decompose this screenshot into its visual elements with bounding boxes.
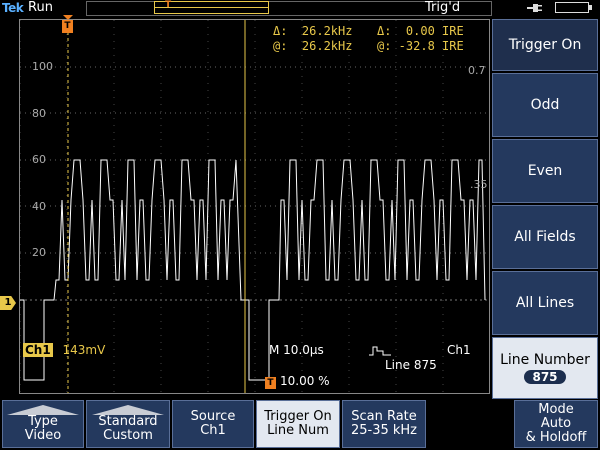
volts-per-div: 143mV bbox=[62, 343, 106, 357]
scan-rate-value: 25-35 kHz bbox=[350, 423, 418, 438]
ire-label-40: 40 bbox=[32, 200, 46, 213]
scan-rate-label: Scan Rate bbox=[351, 409, 417, 424]
line-number-value: 875 bbox=[524, 370, 566, 384]
trigger-on-value: Line Num bbox=[267, 423, 329, 438]
line-number-label: Line Number bbox=[500, 352, 590, 368]
mode-label: Mode bbox=[538, 402, 574, 417]
bottom-button-type[interactable]: Type Video bbox=[2, 400, 84, 448]
mode-value-auto: Auto bbox=[540, 416, 572, 431]
trigger-position-readout: T 10.00 % bbox=[265, 374, 330, 389]
cursor-delta-ire: Δ: 0.00 IRE bbox=[377, 24, 464, 38]
side-menu-title: Trigger On bbox=[492, 19, 598, 71]
record-view-window: T bbox=[154, 0, 269, 14]
source-label: Source bbox=[190, 409, 236, 424]
side-menu: Trigger On Odd Even All Fields All Lines… bbox=[492, 19, 600, 399]
ire-label-60: 60 bbox=[32, 153, 46, 166]
side-button-line-number[interactable]: Line Number 875 bbox=[492, 337, 598, 399]
waveform-svg bbox=[20, 20, 489, 393]
brand-logo: Tek bbox=[2, 1, 24, 15]
trigger-marker-icon: T bbox=[265, 377, 276, 389]
waveform-graticule: 100 80 60 40 20 0.7 .35 Δ: 26.2kHz @: 26… bbox=[19, 19, 490, 394]
popup-indicator-icon bbox=[92, 405, 164, 415]
volt-label-0.35: .35 bbox=[470, 178, 488, 191]
standard-value: Custom bbox=[103, 428, 153, 443]
trigger-status: Trig'd bbox=[425, 0, 461, 15]
cursor-at-frequency: @: 26.2kHz bbox=[273, 39, 353, 53]
bottom-button-source[interactable]: Source Ch1 bbox=[172, 400, 254, 448]
trigger-source-readout: Ch1 bbox=[447, 343, 471, 357]
standard-label: Standard bbox=[98, 414, 158, 429]
side-button-all-lines[interactable]: All Lines bbox=[492, 271, 598, 335]
mode-value-holdoff: & Holdoff bbox=[525, 430, 587, 445]
side-button-all-fields[interactable]: All Fields bbox=[492, 205, 598, 269]
volt-label-0.7: 0.7 bbox=[468, 64, 486, 77]
status-bar: Tek Run T Trig'd bbox=[0, 0, 600, 17]
side-button-odd[interactable]: Odd bbox=[492, 73, 598, 137]
bottom-button-standard[interactable]: Standard Custom bbox=[86, 400, 170, 448]
trigger-position-value: 10.00 % bbox=[280, 374, 330, 388]
side-button-even[interactable]: Even bbox=[492, 139, 598, 203]
bottom-menu: Type Video Standard Custom Source Ch1 Tr… bbox=[0, 396, 600, 450]
power-plug-icon bbox=[527, 4, 542, 12]
trigger-position-marker[interactable]: T bbox=[62, 20, 73, 33]
channel1-badge: Ch1 bbox=[23, 343, 53, 357]
source-value: Ch1 bbox=[200, 423, 226, 438]
record-trigger-marker: T bbox=[165, 0, 172, 10]
bottom-button-trigger-on[interactable]: Trigger On Line Num bbox=[256, 400, 340, 448]
oscilloscope-screen: Tek Run T Trig'd 100 80 60 40 20 0.7 .35… bbox=[0, 0, 600, 450]
channel1-readout: Ch1 143mV bbox=[23, 343, 105, 357]
battery-icon bbox=[555, 2, 592, 13]
cursor-at-ire: @: -32.8 IRE bbox=[377, 39, 464, 53]
channel1-ground-marker[interactable]: 1 bbox=[0, 296, 16, 310]
popup-indicator-icon bbox=[7, 405, 79, 415]
trigger-line-readout: Line 875 bbox=[385, 358, 437, 372]
grid-lines bbox=[20, 20, 489, 393]
bottom-button-scan-rate[interactable]: Scan Rate 25-35 kHz bbox=[342, 400, 426, 448]
type-label: Type bbox=[28, 414, 58, 429]
cursor-delta-frequency: Δ: 26.2kHz bbox=[273, 24, 353, 38]
acquisition-state: Run bbox=[28, 0, 53, 15]
ire-label-20: 20 bbox=[32, 246, 46, 259]
trigger-on-label: Trigger On bbox=[264, 409, 332, 424]
ire-label-80: 80 bbox=[32, 107, 46, 120]
ire-label-100: 100 bbox=[32, 60, 53, 73]
bottom-button-mode[interactable]: Mode Auto & Holdoff bbox=[514, 400, 598, 448]
type-value: Video bbox=[24, 428, 62, 443]
timebase-readout: M 10.0µs bbox=[269, 343, 324, 357]
